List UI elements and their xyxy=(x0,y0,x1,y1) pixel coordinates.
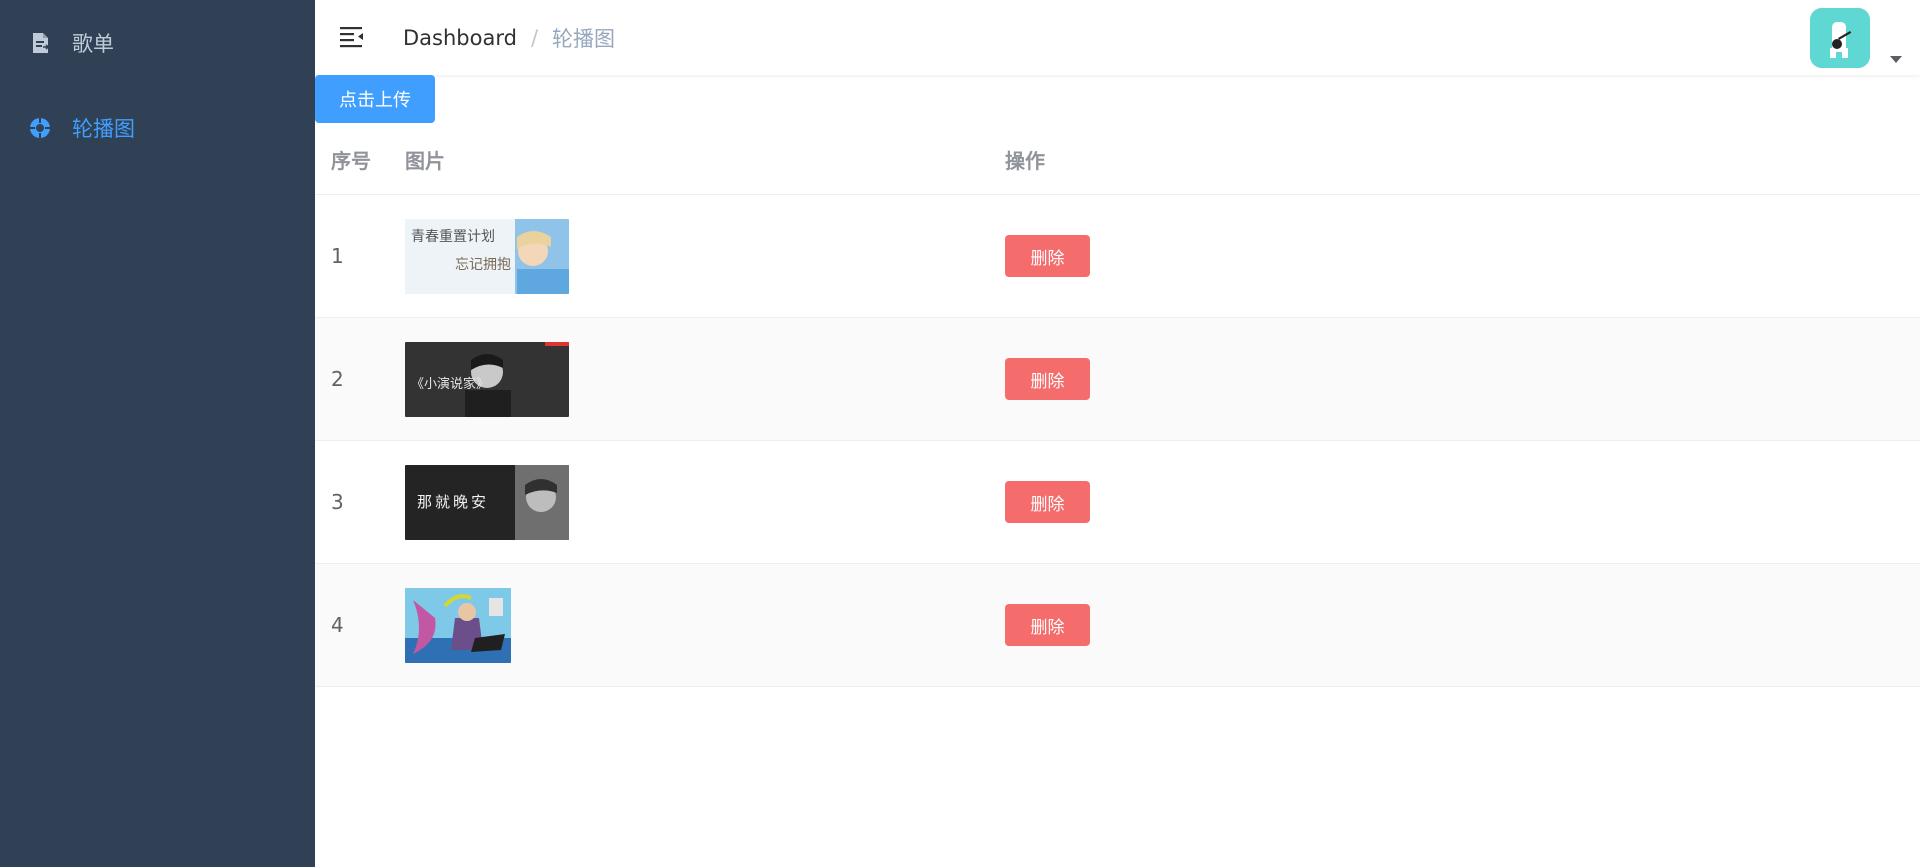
sidebar-item-label: 歌单 xyxy=(72,31,114,56)
table-row: 1 青春重置计划 忘记拥抱 删除 xyxy=(315,195,1920,318)
sidebar-item-label: 轮播图 xyxy=(72,116,135,141)
carousel-thumbnail xyxy=(405,587,511,663)
caret-down-icon[interactable] xyxy=(1890,49,1902,68)
header-index: 序号 xyxy=(331,149,371,173)
table-row: 3 那就晚安 删除 xyxy=(315,441,1920,564)
row-image-cell: 《小演说家》 xyxy=(405,341,1005,417)
table-header: 序号 图片 操作 xyxy=(315,125,1920,195)
sidebar: 歌单 轮播图 xyxy=(0,0,315,867)
navbar: Dashboard / 轮播图 xyxy=(315,0,1920,75)
carousel-thumbnail: 那就晚安 xyxy=(405,464,569,540)
row-image-cell: 青春重置计划 忘记拥抱 xyxy=(405,218,1005,294)
breadcrumb-separator: / xyxy=(530,25,539,50)
thumb-text: 《小演说家》 xyxy=(411,376,489,392)
gear-icon xyxy=(28,116,52,140)
row-image-cell xyxy=(405,587,1005,663)
delete-button[interactable]: 删除 xyxy=(1005,481,1090,523)
row-index: 1 xyxy=(331,244,344,268)
upload-button[interactable]: 点击上传 xyxy=(315,75,435,123)
table-row: 4 删除 xyxy=(315,564,1920,687)
delete-button[interactable]: 删除 xyxy=(1005,604,1090,646)
thumb-text: 那就晚安 xyxy=(417,493,489,511)
thumb-text: 青春重置计划 xyxy=(411,229,495,245)
sidebar-item-playlist[interactable]: 歌单 xyxy=(0,0,315,85)
carousel-thumbnail: 《小演说家》 xyxy=(405,341,569,417)
breadcrumb-current: 轮播图 xyxy=(552,26,616,51)
row-index: 2 xyxy=(331,367,344,391)
row-index: 4 xyxy=(331,613,344,637)
breadcrumb-home[interactable]: Dashboard xyxy=(403,26,517,50)
header-image: 图片 xyxy=(405,149,445,173)
row-index: 3 xyxy=(331,490,344,514)
sidebar-item-carousel[interactable]: 轮播图 xyxy=(0,85,315,170)
carousel-thumbnail: 青春重置计划 忘记拥抱 xyxy=(405,218,569,294)
document-icon xyxy=(28,31,52,55)
thumb-text: 忘记拥抱 xyxy=(455,257,511,273)
delete-button[interactable]: 删除 xyxy=(1005,358,1090,400)
carousel-table: 序号 图片 操作 1 青春重置计划 忘记拥抱 删除 2 《小演说家》 删除 3 … xyxy=(315,125,1920,687)
menu-toggle-icon[interactable] xyxy=(339,24,365,50)
breadcrumb: Dashboard / 轮播图 xyxy=(403,0,615,75)
header-action: 操作 xyxy=(1005,149,1045,173)
delete-button[interactable]: 删除 xyxy=(1005,235,1090,277)
avatar[interactable] xyxy=(1810,8,1870,68)
table-row: 2 《小演说家》 删除 xyxy=(315,318,1920,441)
row-image-cell: 那就晚安 xyxy=(405,464,1005,540)
